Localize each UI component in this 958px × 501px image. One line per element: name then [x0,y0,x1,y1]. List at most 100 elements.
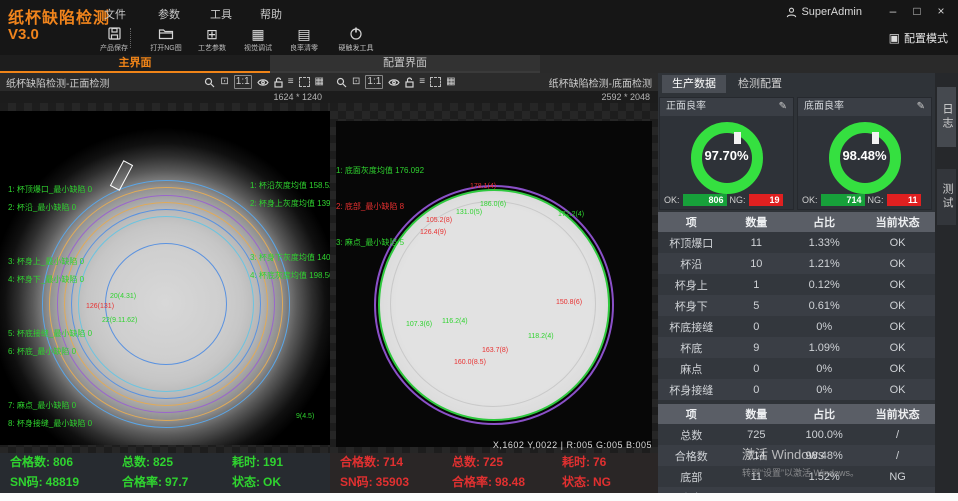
ng-count-badge: 11 [887,194,921,206]
menu-tools[interactable]: 工具 [210,6,232,22]
app-window: 纸杯缺陷检测 V3.0 文件 参数 工具 帮助 产品保存 打开NG图 ⊞ 工艺参… [0,0,958,501]
front-panel-title: 纸杯缺陷检测-正面检测 [6,75,109,90]
open-ng-image-button[interactable]: 打开NG图 [144,26,188,53]
defect-marker: 116.2(4) [442,318,468,325]
process-params-button[interactable]: ⊞ 工艺参数 [190,26,234,53]
ok-count-badge: 714 [821,194,865,206]
one-to-one-icon[interactable]: 1:1 [234,75,252,89]
bottom-yield-title: 底面良率 [804,98,844,116]
tab-log[interactable]: 日志 [937,87,956,147]
ng-count-badge: 19 [749,194,783,206]
front-ok-ng-row: OK: 806 NG: 19 [664,193,789,206]
top-bar: 纸杯缺陷检测 V3.0 文件 参数 工具 帮助 产品保存 打开NG图 ⊞ 工艺参… [0,0,958,55]
table-row: 杯身上10.12%OK [658,274,935,295]
front-yield-title: 正面良率 [666,98,706,116]
front-panel-tools: ⊡ 1:1 ≡ ▦ [204,75,324,89]
front-gray-list: 1: 杯沿灰度均值 158.5272: 杯身上灰度均值 139.985 3: 杯… [250,141,330,321]
eye-icon[interactable] [388,78,400,87]
bottom-yield-value: 98.48% [798,148,931,163]
bottom-ok-ng-row: OK: 714 NG: 11 [802,193,927,206]
totals-table: 项数量 占比当前状态 总数725100.0%/ 合格数71498.48%/ 底部… [658,404,935,501]
edit-icon[interactable]: ✎ [917,98,925,116]
app-version: V3.0 [8,26,39,43]
bottom-panel-header: ⊡ 1:1 ≡ ▦ 纸杯缺陷检测-底面检测 [330,73,658,91]
toolbar-divider [130,28,131,48]
config-mode-button[interactable]: ▣ 配置模式 [889,30,948,46]
minimize-button[interactable]: – [884,4,902,18]
fit-view-icon[interactable]: ⊡ [220,76,228,88]
front-image-resolution: 1624 * 1240 [273,92,322,102]
measure-label: 9(4.5) [296,413,314,420]
one-to-one-icon[interactable]: 1:1 [365,75,383,89]
bottom-stats-bar: 合格数:714 总数:725 耗时:76 SN码:35903 合格率:98.48… [330,453,658,493]
table-row: 杯身接缝00%OK [658,379,935,400]
front-yield-card: 正面良率 ✎ 97.70% OK: 806 NG: 19 [659,97,794,210]
table-row: 总数725100.0%/ [658,424,935,445]
vision-debug-button[interactable]: ▦ 视觉调试 [236,26,280,53]
bottom-yield-card: 底面良率 ✎ 98.48% OK: 714 NG: 11 [797,97,932,210]
bottom-image-view[interactable]: 1: 底面灰度均值 176.092 2: 底部_最小缺陷 8 3: 麻点_最小缺… [330,103,658,453]
defect-marker: 118.2(4) [528,333,554,340]
production-sidebar: 生产数据 检测配置 正面良率 ✎ 97.70% OK: 806 NG: 19 底… [658,73,935,501]
grid-view-icon[interactable]: ▦ [315,76,324,88]
user-account[interactable]: SuperAdmin [786,6,862,18]
ok-count-badge: 806 [683,194,727,206]
table-row: 杯身下50.61%OK [658,295,935,316]
edit-icon[interactable]: ✎ [779,98,787,116]
defect-marker: 107.3(6) [406,321,432,328]
bottom-image-resolution: 2592 * 2048 [601,92,650,102]
grid-view-icon[interactable]: ▦ [446,76,455,88]
eye-icon[interactable] [257,78,269,87]
table-row: 底部111.52%NG [658,466,935,487]
region-select-icon[interactable] [430,77,441,87]
close-button[interactable]: × [932,4,950,18]
ring-notch [734,132,741,144]
bottom-inspection-panel: ⊡ 1:1 ≡ ▦ 纸杯缺陷检测-底面检测 2592 * 2048 1: 底面灰… [330,73,658,453]
zoom-icon[interactable] [204,77,215,88]
defect-marker: 160.0(8.5) [454,359,486,366]
table-row: 杯底91.09%OK [658,337,935,358]
menu-file[interactable]: 文件 [104,6,126,22]
sort-list-icon[interactable]: ≡ [288,76,294,88]
tab-config-interface[interactable]: 配置界面 [270,55,540,73]
bottom-anno-list: 1: 底面灰度均值 176.092 2: 底部_最小缺陷 8 3: 麻点_最小缺… [336,141,424,273]
grid-icon: ⊞ [190,26,234,43]
maximize-button[interactable]: □ [908,4,926,18]
region-select-icon[interactable] [299,77,310,87]
table-header: 项数量 占比当前状态 [658,404,935,424]
front-image-view[interactable]: 1: 杯顶爆口_最小缺陷 02: 杯沿_最小缺陷 0 3: 杯身上_最小缺陷 0… [0,103,330,453]
measure-label: 20(4.31) [110,293,136,300]
menu-params[interactable]: 参数 [158,6,180,22]
defect-marker: 126.4(9) [420,229,446,236]
table-row: 杯沿101.21%OK [658,253,935,274]
config-mode-icon: ▣ [889,31,900,45]
power-icon [330,26,382,43]
front-inspection-panel: 纸杯缺陷检测-正面检测 ⊡ 1:1 ≡ ▦ 1624 * 1240 [0,73,330,453]
measure-label: 126(131) [86,303,114,310]
ring-notch [872,132,879,144]
hard-trigger-tool-button[interactable]: 硬触发工具 [330,26,382,53]
menu-help[interactable]: 帮助 [260,6,282,22]
tab-detect-config[interactable]: 检测配置 [728,75,792,93]
tab-test[interactable]: 测试 [937,169,956,225]
app-title: 纸杯缺陷检测 [8,4,110,28]
sort-list-icon[interactable]: ≡ [419,76,425,88]
tab-production-data[interactable]: 生产数据 [662,75,726,93]
defect-marker: 105.2(8) [426,217,452,224]
tab-main-interface[interactable]: 主界面 [0,55,270,73]
yield-reset-button[interactable]: ▤ 良率清零 [282,26,326,53]
person-icon [786,7,797,18]
fit-view-icon[interactable]: ⊡ [352,76,360,88]
screenshot-bottom-strip [0,493,958,501]
lock-icon[interactable] [405,77,414,88]
zoom-icon[interactable] [336,77,347,88]
bottom-panel-tools: ⊡ 1:1 ≡ ▦ [336,75,456,89]
lock-icon[interactable] [274,77,283,88]
defect-marker: 163.7(8) [482,347,508,354]
main-tab-strip: 主界面 配置界面 [0,55,958,73]
table-row: 杯顶爆口111.33%OK [658,232,935,253]
table-row: 杯底接缝00%OK [658,316,935,337]
defect-stats-table: 项数量 占比当前状态 杯顶爆口111.33%OK 杯沿101.21%OK 杯身上… [658,212,935,400]
measure-label: 22(9.11.62) [102,317,137,324]
defect-marker: 186.0(6) [480,201,506,208]
